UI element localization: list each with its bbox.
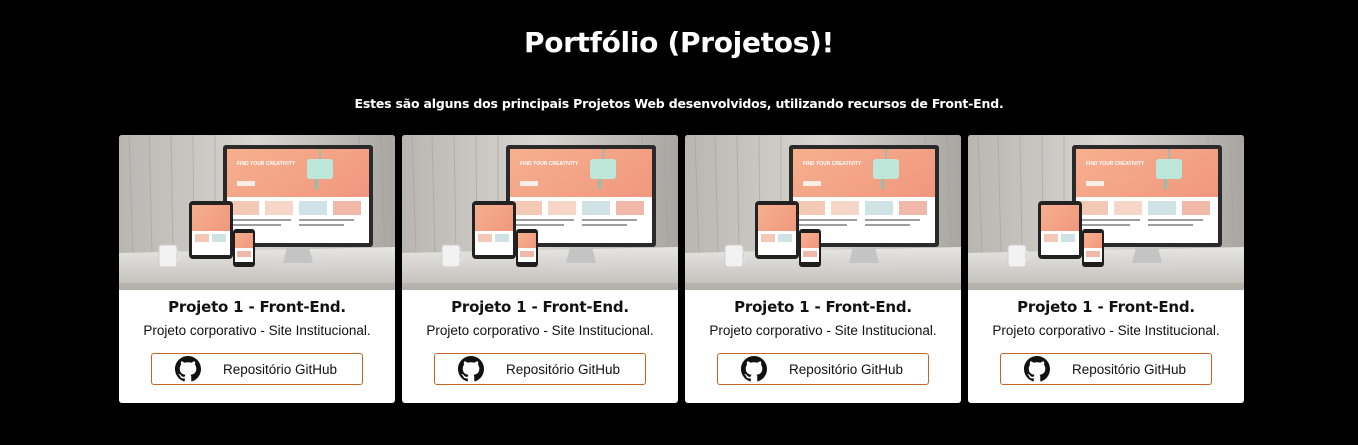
project-image: FIND YOUR CREATIVITY (685, 135, 961, 290)
github-repo-button[interactable]: Repositório GitHub (151, 353, 363, 385)
section-title: Portfólio (Projetos)! (523, 26, 835, 59)
project-description: Projeto corporativo - Site Institucional… (992, 323, 1220, 338)
github-button-label: Repositório GitHub (506, 361, 621, 377)
project-description: Projeto corporativo - Site Institucional… (709, 323, 937, 338)
project-card: FIND YOUR CREATIVITY Projeto 1 - Front-E… (402, 135, 678, 403)
svg-text:FIND YOUR CREATIVITY: FIND YOUR CREATIVITY (1086, 161, 1145, 167)
project-cards: FIND YOUR CREATIVITY Projeto 1 - Front-E… (119, 135, 1244, 403)
github-repo-button[interactable]: Repositório GitHub (434, 353, 646, 385)
project-title: Projeto 1 - Front-End. (451, 298, 629, 316)
github-icon (1024, 356, 1050, 382)
github-icon (741, 356, 767, 382)
github-icon (458, 356, 484, 382)
project-image: FIND YOUR CREATIVITY (968, 135, 1244, 290)
project-image: FIND YOUR CREATIVITY (119, 135, 395, 290)
section-subtitle: Estes são alguns dos principais Projetos… (354, 96, 1004, 111)
project-image: FIND YOUR CREATIVITY (402, 135, 678, 290)
github-repo-button[interactable]: Repositório GitHub (1000, 353, 1212, 385)
svg-text:FIND YOUR CREATIVITY: FIND YOUR CREATIVITY (803, 161, 862, 167)
project-card: FIND YOUR CREATIVITY Projeto 1 - Front-E… (119, 135, 395, 403)
project-card: FIND YOUR CREATIVITY Projeto 1 - Front-E… (685, 135, 961, 403)
github-button-label: Repositório GitHub (223, 361, 338, 377)
svg-text:FIND YOUR CREATIVITY: FIND YOUR CREATIVITY (520, 161, 579, 167)
project-title: Projeto 1 - Front-End. (734, 298, 912, 316)
github-repo-button[interactable]: Repositório GitHub (717, 353, 929, 385)
project-card: FIND YOUR CREATIVITY Projeto 1 - Front-E… (968, 135, 1244, 403)
github-button-label: Repositório GitHub (789, 361, 904, 377)
project-description: Projeto corporativo - Site Institucional… (426, 323, 654, 338)
github-icon (175, 356, 201, 382)
project-title: Projeto 1 - Front-End. (168, 298, 346, 316)
project-description: Projeto corporativo - Site Institucional… (143, 323, 371, 338)
svg-text:FIND YOUR CREATIVITY: FIND YOUR CREATIVITY (237, 161, 296, 167)
github-button-label: Repositório GitHub (1072, 361, 1187, 377)
project-title: Projeto 1 - Front-End. (1017, 298, 1195, 316)
